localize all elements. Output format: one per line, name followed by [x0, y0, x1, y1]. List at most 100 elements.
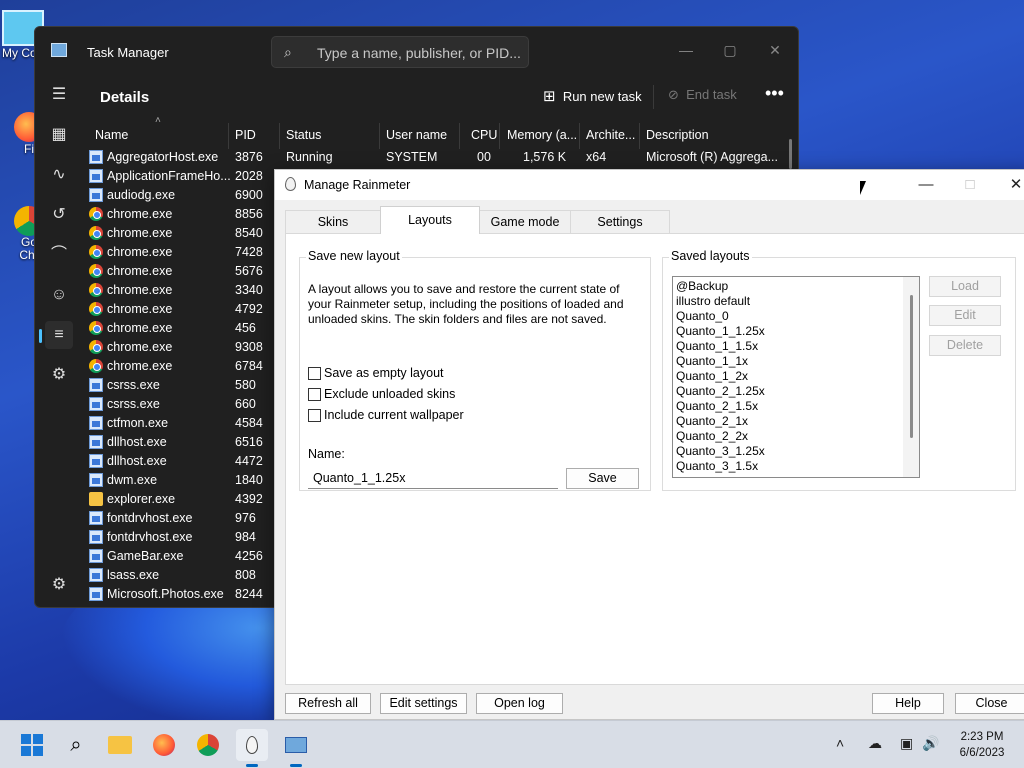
- clock[interactable]: 2:23 PM 6/6/2023: [946, 729, 1018, 761]
- col-architecture[interactable]: Archite...: [586, 128, 635, 142]
- list-item[interactable]: Quanto_3_1.25x: [673, 444, 903, 459]
- search-box[interactable]: ⌕ Type a name, publisher, or PID...: [271, 36, 529, 68]
- col-name[interactable]: Name: [95, 128, 128, 142]
- help-button[interactable]: Help: [872, 693, 944, 714]
- list-item[interactable]: @Backup: [673, 279, 903, 294]
- col-memory[interactable]: Memory (a...: [507, 128, 577, 142]
- display-icon[interactable]: ▣: [900, 735, 913, 752]
- list-scrollbar[interactable]: [903, 277, 919, 477]
- task-manager-icon: [51, 43, 67, 57]
- column-headers: Name ˄ PID Status User name CPU Memory (…: [83, 115, 783, 149]
- open-log-button[interactable]: Open log: [476, 693, 563, 714]
- list-item[interactable]: Quanto_1_1.5x: [673, 339, 903, 354]
- maximize-button[interactable]: ▢: [707, 35, 753, 65]
- col-description[interactable]: Description: [646, 128, 709, 142]
- end-task-icon: ⊘: [668, 87, 679, 102]
- list-item[interactable]: Quanto_3_1.5x: [673, 459, 903, 474]
- app-icon: [89, 397, 103, 411]
- list-item[interactable]: Quanto_1_2x: [673, 369, 903, 384]
- details-icon[interactable]: ≡: [39, 321, 73, 349]
- list-item[interactable]: Quanto_2_1.5x: [673, 399, 903, 414]
- list-item[interactable]: Quanto_1_1x: [673, 354, 903, 369]
- app-icon: [89, 587, 103, 601]
- search-taskbar-icon[interactable]: ⌕: [60, 729, 92, 761]
- list-item[interactable]: Quanto_2_1.25x: [673, 384, 903, 399]
- col-status[interactable]: Status: [286, 128, 321, 142]
- tab-skins[interactable]: Skins: [285, 210, 381, 234]
- layout-description: A layout allows you to save and restore …: [308, 282, 624, 326]
- load-button[interactable]: Load: [929, 276, 1001, 297]
- process-name: chrome.exe: [107, 321, 173, 335]
- process-name: dllhost.exe: [107, 435, 167, 449]
- show-hidden-icons-chevron-icon[interactable]: ˄: [836, 735, 844, 751]
- close-button[interactable]: ✕: [752, 35, 798, 65]
- users-icon[interactable]: ☺: [45, 281, 73, 309]
- app-history-icon[interactable]: ↺: [45, 201, 73, 229]
- save-button[interactable]: Save: [566, 468, 639, 489]
- folder-icon: [89, 492, 103, 506]
- startup-apps-icon[interactable]: ⌒: [45, 241, 73, 269]
- col-user-name[interactable]: User name: [386, 128, 447, 142]
- chrome-taskbar-icon[interactable]: [192, 729, 224, 761]
- layout-name-input[interactable]: [308, 467, 558, 489]
- app-icon: [89, 416, 103, 430]
- list-item[interactable]: illustro default: [673, 294, 903, 309]
- more-options-button[interactable]: •••: [765, 83, 784, 104]
- process-name: Microsoft.Photos.exe: [107, 587, 224, 601]
- close-button[interactable]: ✕: [993, 174, 1024, 198]
- close-dialog-button[interactable]: Close: [955, 693, 1024, 714]
- list-item[interactable]: Quanto_1_1.25x: [673, 324, 903, 339]
- process-pid: 4584: [235, 416, 263, 430]
- firefox-taskbar-icon[interactable]: [148, 729, 180, 761]
- delete-button[interactable]: Delete: [929, 335, 1001, 356]
- list-item[interactable]: Quanto_0: [673, 309, 903, 324]
- process-pid: 4256: [235, 549, 263, 563]
- col-cpu[interactable]: CPU: [471, 128, 497, 142]
- tab-game-mode[interactable]: Game mode: [479, 210, 571, 234]
- mouse-cursor-icon: [860, 181, 872, 195]
- process-name: audiodg.exe: [107, 188, 176, 202]
- rainmeter-taskbar-icon[interactable]: [236, 729, 268, 767]
- checkbox-box: [308, 367, 321, 380]
- tab-layouts[interactable]: Layouts: [380, 206, 480, 234]
- network-icon[interactable]: ☁: [868, 735, 882, 752]
- settings-icon[interactable]: ⚙: [45, 571, 73, 599]
- list-item[interactable]: Quanto_2_1x: [673, 414, 903, 429]
- maximize-button[interactable]: □: [947, 174, 993, 198]
- group-label: Saved layouts: [669, 249, 752, 263]
- process-name: chrome.exe: [107, 245, 173, 259]
- process-pid: 984: [235, 530, 256, 544]
- edit-button[interactable]: Edit: [929, 305, 1001, 326]
- edit-settings-button[interactable]: Edit settings: [380, 693, 467, 714]
- start-button[interactable]: [16, 729, 48, 761]
- minimize-button[interactable]: —: [903, 174, 949, 198]
- end-task-button[interactable]: ⊘ End task: [668, 87, 737, 103]
- chrome-icon: [89, 302, 103, 316]
- task-manager-taskbar-icon[interactable]: [280, 729, 312, 767]
- process-pid: 7428: [235, 245, 263, 259]
- run-new-task-button[interactable]: ⊞ Run new task: [543, 87, 642, 105]
- clock-time: 2:23 PM: [960, 731, 1004, 743]
- hamburger-menu-icon[interactable]: ☰: [45, 81, 73, 109]
- volume-icon[interactable]: 🔊: [922, 735, 939, 752]
- process-pid: 3340: [235, 283, 263, 297]
- list-item[interactable]: Quanto_2_2x: [673, 429, 903, 444]
- chrome-icon: [89, 283, 103, 297]
- processes-icon[interactable]: ▦: [45, 121, 73, 149]
- scrollbar[interactable]: [789, 139, 792, 169]
- memory-value: 1,576 K: [523, 150, 567, 164]
- refresh-all-button[interactable]: Refresh all: [285, 693, 371, 714]
- services-icon[interactable]: ⚙: [45, 361, 73, 389]
- col-pid[interactable]: PID: [235, 128, 256, 142]
- app-icon: [89, 378, 103, 392]
- checkbox-box: [308, 409, 321, 422]
- process-name: chrome.exe: [107, 264, 173, 278]
- minimize-button[interactable]: —: [663, 35, 709, 65]
- performance-icon[interactable]: ∿: [45, 161, 73, 189]
- checkbox-label: Save as empty layout: [324, 366, 444, 380]
- file-explorer-icon[interactable]: [104, 729, 136, 761]
- first-row-details: Running SYSTEM 00 1,576 K x64 Microsoft …: [83, 148, 783, 167]
- saved-layouts-list[interactable]: @Backup illustro default Quanto_0 Quanto_1_…: [672, 276, 920, 478]
- tab-settings[interactable]: Settings: [570, 210, 670, 234]
- scrollbar-thumb[interactable]: [910, 295, 913, 438]
